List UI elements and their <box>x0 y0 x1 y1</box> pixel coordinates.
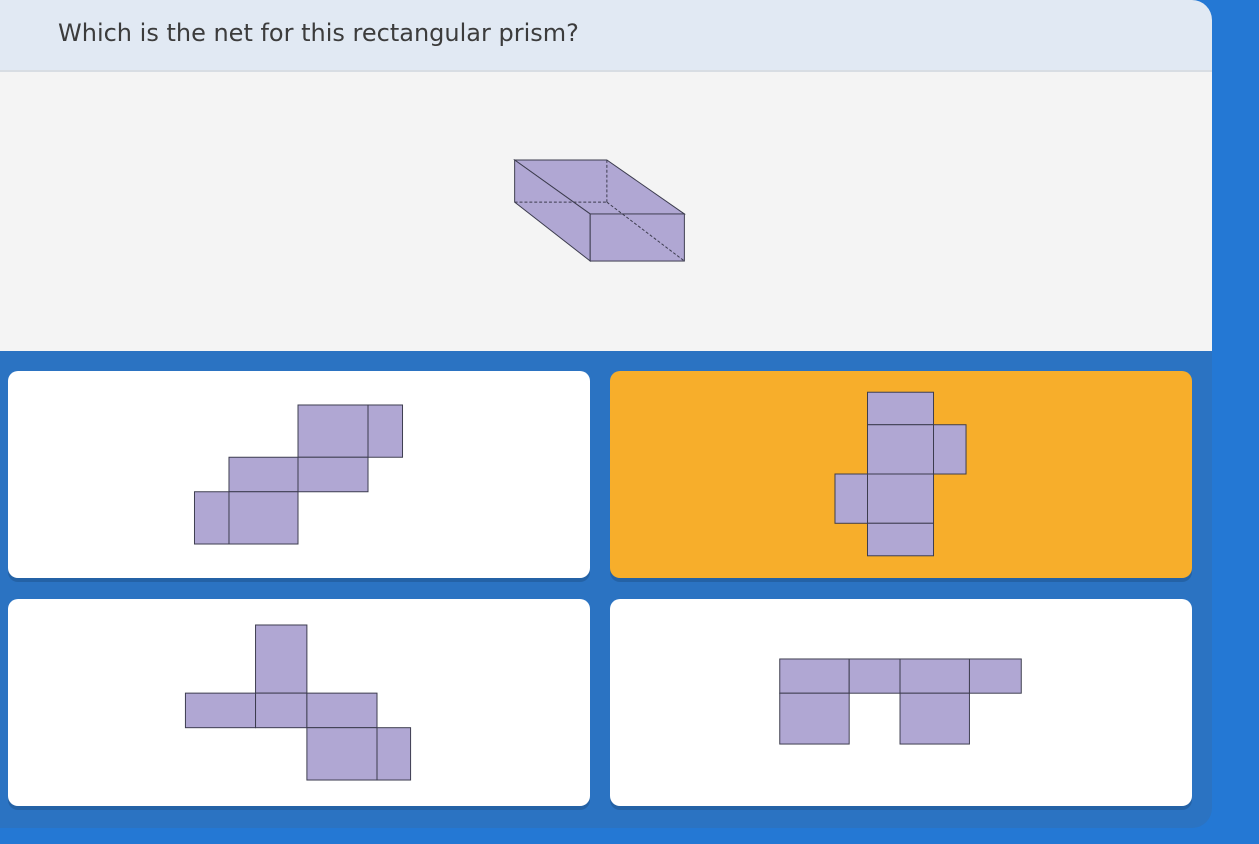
prism-front-face <box>589 213 685 262</box>
net-face <box>834 473 868 524</box>
net-face <box>867 391 935 426</box>
net-face <box>306 692 378 729</box>
question-text: Which is the net for this rectangular pr… <box>58 19 579 47</box>
quiz-panel: Which is the net for this rectangular pr… <box>0 0 1212 828</box>
net-face <box>933 424 967 475</box>
answer-option-1[interactable] <box>8 371 590 578</box>
net-option-3 <box>184 624 412 781</box>
net-option-1 <box>193 404 404 545</box>
net-face <box>867 522 935 557</box>
net-face <box>867 424 935 475</box>
net-face <box>968 658 1022 694</box>
net-face <box>367 404 404 458</box>
question-figure-area <box>0 72 1212 351</box>
net-face <box>228 491 299 545</box>
net-face <box>899 658 970 694</box>
question-header: Which is the net for this rectangular pr… <box>0 0 1212 72</box>
net-face <box>297 456 369 493</box>
net-face <box>779 692 850 745</box>
answer-option-2[interactable] <box>610 371 1192 578</box>
answer-option-4[interactable] <box>610 599 1192 806</box>
net-face <box>297 404 369 458</box>
net-face <box>193 491 230 545</box>
net-option-2 <box>834 391 967 557</box>
net-face <box>306 727 378 781</box>
net-option-4 <box>779 658 1022 745</box>
net-face <box>228 456 299 493</box>
net-face <box>184 692 257 729</box>
net-face <box>255 624 308 694</box>
answer-option-3[interactable] <box>8 599 590 806</box>
net-face <box>255 692 308 729</box>
net-face <box>376 727 412 781</box>
net-face <box>779 658 850 694</box>
net-face <box>848 658 901 694</box>
rectangular-prism-figure <box>513 159 686 263</box>
net-face <box>867 473 935 524</box>
net-face <box>899 692 970 745</box>
